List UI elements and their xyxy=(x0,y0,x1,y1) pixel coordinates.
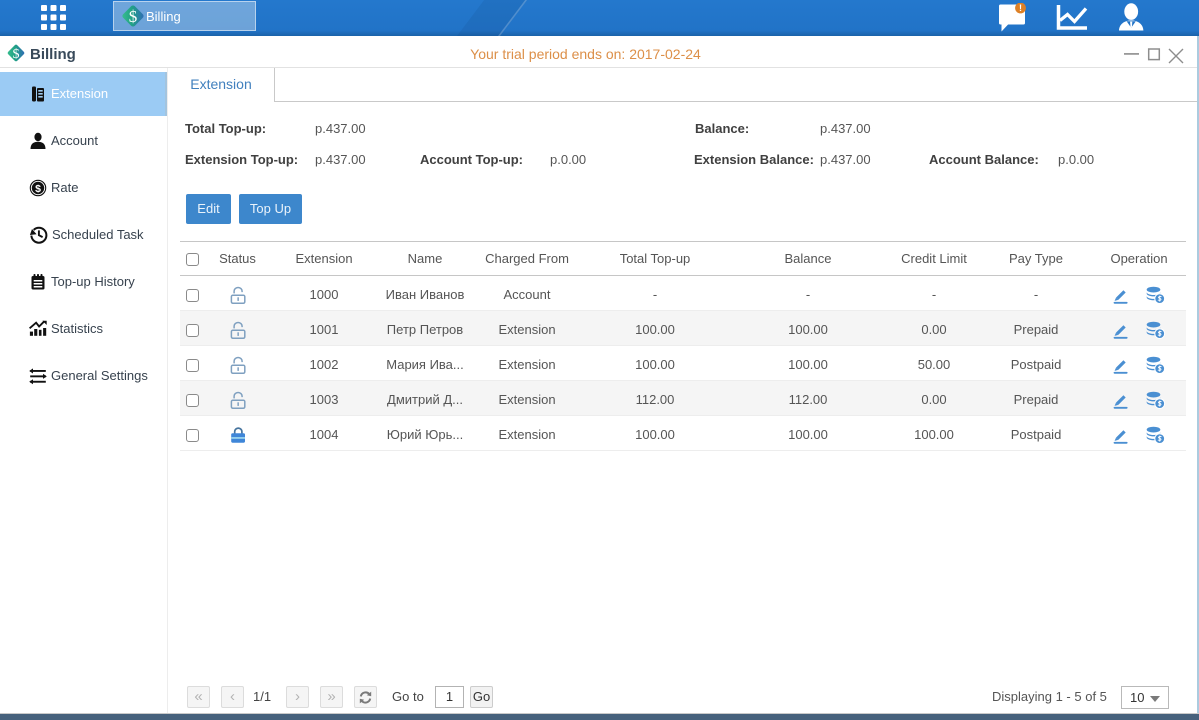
svg-text:$: $ xyxy=(35,182,41,194)
svg-text:!: ! xyxy=(1019,3,1022,13)
svg-text:$: $ xyxy=(129,7,138,26)
